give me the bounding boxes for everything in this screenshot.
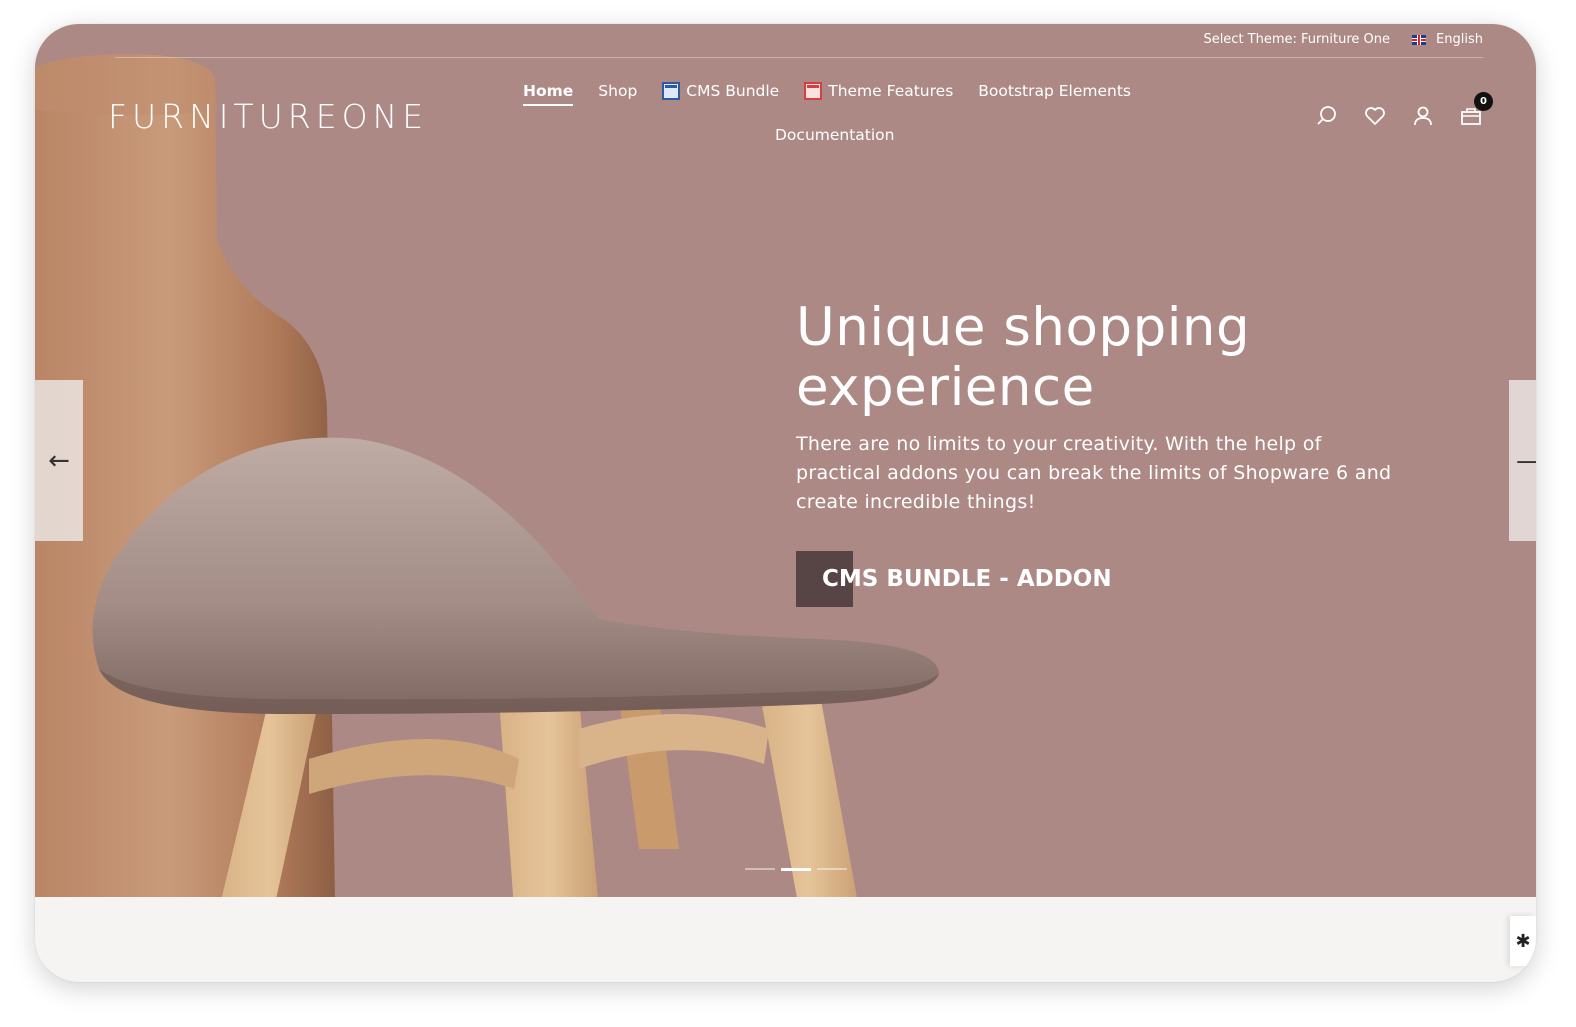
nav-cms-bundle[interactable]: CMS Bundle [662,82,779,100]
topbar-divider [115,57,1483,58]
hero-subtext: There are no limits to your creativity. … [796,433,1392,513]
cms-bundle-addon-button[interactable]: CMS BUNDLE - ADDON [796,551,1112,607]
slider-dots [745,867,847,871]
nav-home[interactable]: Home [523,82,574,106]
nav-theme-features[interactable]: Theme Features [804,82,953,100]
arrow-left-icon: ← [48,445,70,476]
slider-dot-2[interactable] [781,867,811,871]
theme-select[interactable]: Select Theme: Furniture One [1203,32,1390,47]
hero-text: Unique shopping experience There are no … [796,298,1436,517]
nav-bootstrap-elements[interactable]: Bootstrap Elements [978,82,1131,100]
browser-frame: Select Theme: Furniture One English FURN… [35,24,1536,982]
nav-shop[interactable]: Shop [598,82,637,100]
user-icon[interactable] [1411,104,1435,128]
arrow-right-icon: — [1516,446,1536,476]
hero-headline-line2: experience [796,357,1095,418]
nav-documentation[interactable]: Documentation [775,126,895,144]
search-icon[interactable] [1315,104,1339,128]
nav-theme-features-label: Theme Features [828,82,954,100]
hero-headline-line1: Unique shopping [796,297,1251,358]
hero-headline: Unique shopping experience [796,298,1436,418]
theme-features-icon [804,82,823,100]
cta-label: CMS BUNDLE - ADDON [822,566,1112,592]
cart-count-badge: 0 [1474,92,1493,111]
slider-dot-1[interactable] [745,868,775,870]
uk-flag-icon [1412,34,1427,45]
pin-tab[interactable]: ✱ [1510,916,1536,966]
header-actions: 0 [1315,92,1493,128]
language-select[interactable]: English [1412,32,1483,47]
slider-next-button[interactable]: — [1509,380,1536,541]
cart-icon[interactable]: 0 [1459,92,1493,128]
topbar: Select Theme: Furniture One English [35,24,1536,58]
cms-bundle-icon [662,82,681,100]
hero-slider: Select Theme: Furniture One English FURN… [35,24,1536,897]
slider-prev-button[interactable]: ← [35,380,83,541]
slider-dot-3[interactable] [817,868,847,870]
nav-cms-bundle-label: CMS Bundle [686,82,780,100]
site-logo[interactable]: FURNITUREONE [108,97,428,136]
language-label: English [1436,32,1483,47]
heart-icon[interactable] [1363,104,1387,128]
pin-icon: ✱ [1515,930,1531,952]
